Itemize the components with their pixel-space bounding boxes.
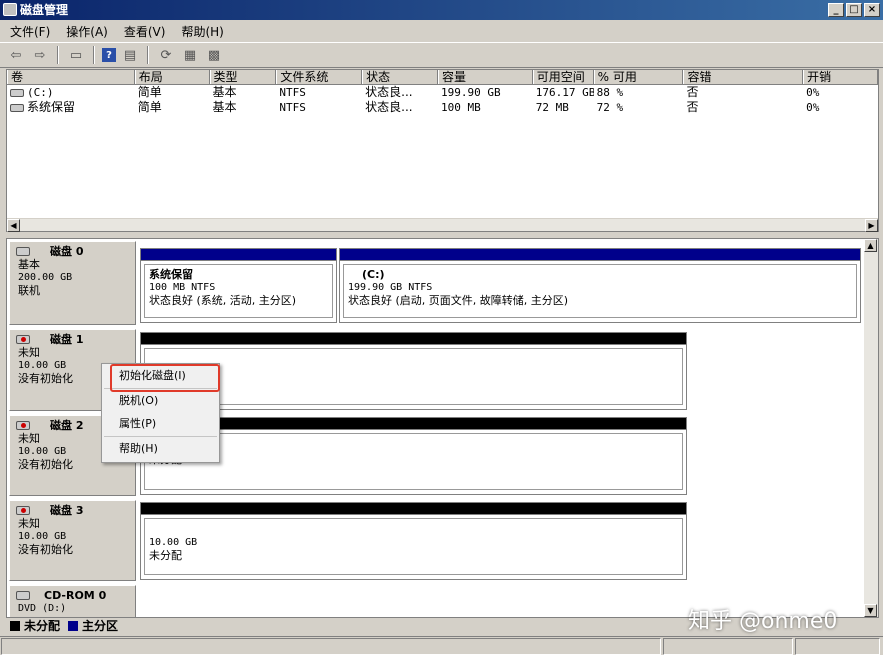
scroll-right-icon[interactable]: ▶ — [865, 219, 878, 232]
menu-bar: 文件(F) 操作(A) 查看(V) 帮助(H) — [0, 20, 883, 42]
col-status[interactable]: 状态 — [362, 70, 438, 84]
table-row[interactable]: (C:) 简单 基本 NTFS 状态良... 199.90 GB 176.17 … — [7, 85, 878, 100]
col-fault-tolerance[interactable]: 容错 — [683, 70, 804, 84]
list-header: 卷 布局 类型 文件系统 状态 容量 可用空间 % 可用 容错 开销 — [7, 70, 878, 85]
col-type[interactable]: 类型 — [209, 70, 277, 84]
col-percent-free[interactable]: % 可用 — [593, 70, 684, 84]
toolbar: ⇦ ⇨ ▭ ? ▤ ⟳ ▦ ▩ — [0, 42, 883, 68]
menu-item-properties[interactable]: 属性(P) — [102, 412, 219, 435]
status-panel — [795, 638, 880, 655]
toolbar-separator — [57, 46, 59, 64]
col-layout[interactable]: 布局 — [134, 70, 210, 84]
disk-0-row: 磁盘 0 基本 200.00 GB 联机 系统保留 100 MB NTFS 状态… — [7, 239, 865, 327]
disk-uninitialized-icon — [16, 335, 30, 344]
legend: 未分配 主分区 — [10, 617, 118, 634]
title-bar: 磁盘管理 _ □ × — [0, 0, 883, 20]
refresh-icon[interactable]: ⟳ — [156, 46, 176, 64]
volume-list: 卷 布局 类型 文件系统 状态 容量 可用空间 % 可用 容错 开销 (C:) … — [6, 69, 879, 232]
table-row[interactable]: 系统保留 简单 基本 NTFS 状态良... 100 MB 72 MB 72 %… — [7, 100, 878, 115]
col-overhead[interactable]: 开销 — [803, 70, 878, 84]
partition-c[interactable]: (C:) 199.90 GB NTFS 状态良好 (启动, 页面文件, 故障转储… — [339, 248, 861, 323]
disk-icon — [16, 247, 30, 256]
watermark: 知乎 @onme0 — [688, 609, 838, 634]
back-icon[interactable]: ⇦ — [6, 46, 26, 64]
properties-view-icon[interactable]: ▤ — [120, 46, 140, 64]
disk-3-row: 磁盘 3 未知 10.00 GB 没有初始化 10.00 GB 未分配 — [7, 498, 865, 583]
partition-disk-1[interactable] — [140, 332, 687, 410]
toolbar-separator — [147, 46, 149, 64]
toolbar-separator — [93, 46, 95, 64]
help-icon[interactable]: ? — [102, 48, 116, 62]
menu-item-help[interactable]: 帮助(H) — [102, 437, 219, 460]
status-panel — [1, 638, 661, 655]
horizontal-scrollbar[interactable]: ◀ ▶ — [7, 218, 878, 232]
primary-partition-bar — [340, 249, 860, 261]
highlight-box — [110, 364, 220, 392]
vertical-scrollbar[interactable]: ▲ ▼ — [864, 239, 878, 617]
rescan-icon[interactable]: ▩ — [204, 46, 224, 64]
partition-system-reserved[interactable]: 系统保留 100 MB NTFS 状态良好 (系统, 活动, 主分区) — [140, 248, 337, 323]
col-volume[interactable]: 卷 — [7, 70, 135, 84]
list-view-icon[interactable]: ▭ — [66, 46, 86, 64]
properties-icon[interactable]: ▦ — [180, 46, 200, 64]
primary-partition-bar — [141, 249, 336, 261]
disk-uninitialized-icon — [16, 506, 30, 515]
unallocated-bar — [141, 418, 686, 430]
forward-icon[interactable]: ⇨ — [30, 46, 50, 64]
disk-0-label[interactable]: 磁盘 0 基本 200.00 GB 联机 — [9, 241, 136, 325]
status-bar — [0, 636, 883, 655]
scroll-down-icon[interactable]: ▼ — [864, 604, 877, 617]
drive-icon — [10, 103, 24, 112]
col-filesystem[interactable]: 文件系统 — [276, 70, 363, 84]
close-button[interactable]: × — [864, 3, 880, 17]
disk-3-label[interactable]: 磁盘 3 未知 10.00 GB 没有初始化 — [9, 500, 136, 581]
menu-view[interactable]: 查看(V) — [124, 23, 166, 40]
menu-file[interactable]: 文件(F) — [10, 23, 50, 40]
menu-item-offline[interactable]: 脱机(O) — [102, 389, 219, 412]
unallocated-swatch — [10, 620, 20, 631]
menu-action[interactable]: 操作(A) — [66, 23, 108, 40]
minimize-button[interactable]: _ — [828, 3, 844, 17]
scroll-left-icon[interactable]: ◀ — [7, 219, 20, 232]
maximize-button[interactable]: □ — [846, 3, 862, 17]
window-title: 磁盘管理 — [20, 3, 69, 17]
unallocated-bar — [141, 503, 686, 515]
unallocated-bar — [141, 333, 686, 345]
legend-unallocated: 未分配 — [24, 619, 61, 633]
cdrom-0-label[interactable]: CD-ROM 0 DVD (D:) — [9, 585, 136, 617]
disk-uninitialized-icon — [16, 421, 30, 430]
disk-management-icon — [3, 3, 17, 16]
cdrom-icon — [16, 591, 30, 600]
primary-swatch — [68, 620, 79, 631]
status-panel — [663, 638, 793, 655]
col-capacity[interactable]: 容量 — [438, 70, 533, 84]
partition-disk-2[interactable]: 未分配 — [140, 417, 687, 495]
drive-icon — [10, 89, 24, 97]
legend-primary: 主分区 — [82, 619, 119, 633]
col-free-space[interactable]: 可用空间 — [532, 70, 594, 84]
scroll-up-icon[interactable]: ▲ — [864, 239, 877, 252]
partition-disk-3[interactable]: 10.00 GB 未分配 — [140, 502, 687, 580]
menu-help[interactable]: 帮助(H) — [181, 23, 223, 40]
